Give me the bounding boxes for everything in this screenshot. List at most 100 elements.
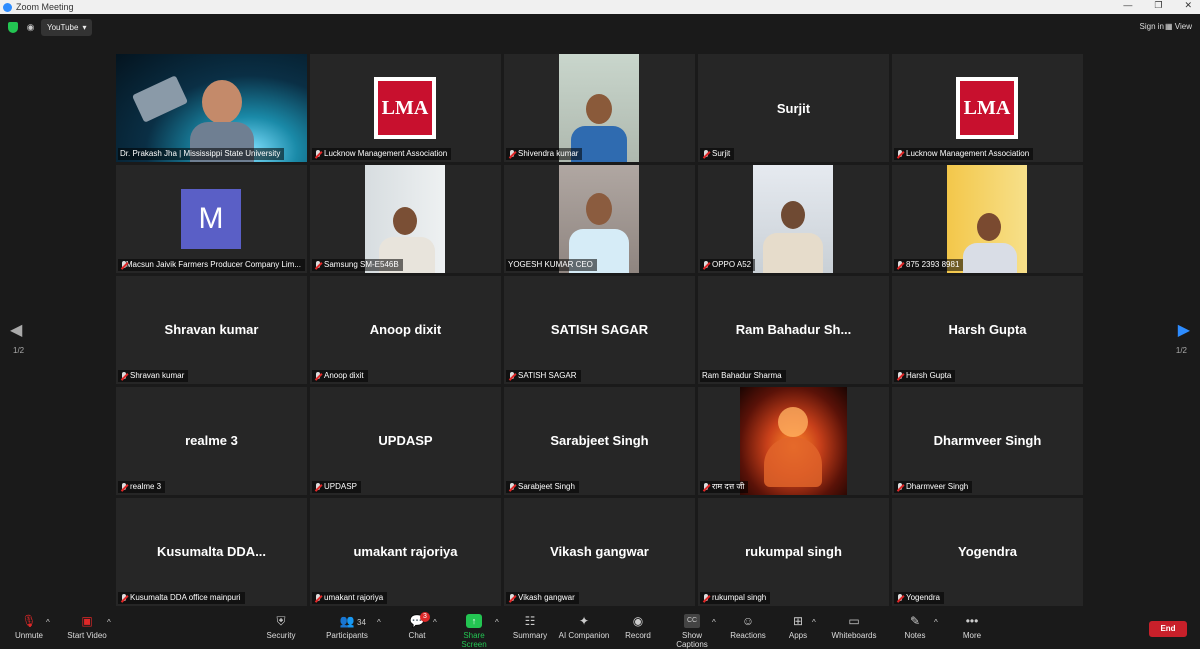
notes-options-caret-icon[interactable]: ^ [934, 618, 938, 627]
tile-name-label: Macsun Jaivik Farmers Producer Company L… [118, 259, 305, 271]
participant-tile[interactable]: rukumpal singh rukumpal singh [698, 498, 889, 606]
participant-display-name: Sarabjeet Singh [550, 433, 649, 448]
muted-mic-icon [120, 371, 128, 381]
participant-tile[interactable]: realme 3 realme 3 [116, 387, 307, 495]
share-screen-button[interactable]: ↑ Share Screen [450, 614, 498, 649]
summary-button[interactable]: ☷ Summary [512, 614, 548, 640]
security-button[interactable]: ⛨ Security [264, 614, 298, 640]
participant-tile[interactable]: 875 2393 8981 [892, 165, 1083, 273]
next-page-arrow-icon[interactable]: ▶ [1178, 320, 1190, 340]
live-stream-icon[interactable]: ◉ [25, 22, 36, 33]
prev-page-arrow-icon[interactable]: ◀ [10, 320, 22, 340]
notes-icon: ✎ [909, 614, 921, 628]
tile-name-text: Ram Bahadur Sharma [702, 371, 782, 380]
participant-tile[interactable]: SATISH SAGAR SATISH SAGAR [504, 276, 695, 384]
tile-name-label: umakant rajoriya [312, 592, 388, 604]
participant-tile[interactable]: Yogendra Yogendra [892, 498, 1083, 606]
apps-button[interactable]: ⊞ Apps [786, 614, 810, 640]
muted-mic-icon [314, 371, 322, 381]
participant-tile[interactable]: Sarabjeet Singh Sarabjeet Singh [504, 387, 695, 495]
participant-tile[interactable]: OPPO A52 [698, 165, 889, 273]
participant-tile[interactable]: umakant rajoriya umakant rajoriya [310, 498, 501, 606]
tile-name-label: राम दत्त जी [700, 481, 749, 493]
muted-mic-icon [896, 371, 904, 381]
window-controls: — ❐ ✕ [1123, 0, 1192, 11]
tile-name-text: rukumpal singh [712, 593, 767, 602]
participant-tile[interactable]: Kusumalta DDA... Kusumalta DDA office ma… [116, 498, 307, 606]
participant-display-name: umakant rajoriya [353, 544, 458, 559]
tile-name-text: Yogendra [906, 593, 940, 602]
whiteboards-button[interactable]: ▭ Whiteboards [830, 614, 878, 640]
participant-video [559, 54, 639, 162]
record-icon: ◉ [632, 614, 644, 628]
zoom-logo-icon [3, 2, 12, 12]
participant-tile[interactable]: Shivendra kumar [504, 54, 695, 162]
maximize-icon[interactable]: ❐ [1154, 0, 1162, 11]
encryption-shield-icon[interactable] [8, 22, 18, 33]
captions-options-caret-icon[interactable]: ^ [712, 618, 716, 627]
participants-options-caret-icon[interactable]: ^ [377, 618, 381, 627]
participant-tile[interactable]: Surjit Surjit [698, 54, 889, 162]
end-meeting-button[interactable]: End [1149, 621, 1187, 637]
participant-tile[interactable]: राम दत्त जी [698, 387, 889, 495]
tile-name-text: Kusumalta DDA office mainpuri [130, 593, 241, 602]
chat-button[interactable]: 💬 Chat 3 [404, 612, 430, 640]
participant-display-name: rukumpal singh [745, 544, 842, 559]
apps-icon: ⊞ [792, 614, 804, 628]
lma-logo: LMA [374, 77, 436, 139]
minimize-icon[interactable]: — [1123, 0, 1132, 11]
participant-display-name: Dharmveer Singh [933, 433, 1042, 448]
whiteboards-label: Whiteboards [831, 631, 877, 640]
more-button[interactable]: ••• More [960, 614, 984, 640]
tile-name-text: Vikash gangwar [518, 593, 575, 602]
tile-name-label: OPPO A52 [700, 259, 756, 271]
tile-name-text: Samsung SM-E546B [324, 260, 399, 269]
sign-in-link[interactable]: Sign in [1140, 22, 1164, 31]
notes-label: Notes [904, 631, 926, 640]
participant-tile[interactable]: Vikash gangwar Vikash gangwar [504, 498, 695, 606]
lma-logo-text: LMA [960, 81, 1014, 135]
tile-name-text: umakant rajoriya [324, 593, 384, 602]
notes-button[interactable]: ✎ Notes [902, 614, 928, 640]
muted-mic-icon [896, 149, 904, 159]
participant-tile[interactable]: LMA Lucknow Management Association [310, 54, 501, 162]
tile-name-label: rukumpal singh [700, 592, 771, 604]
participant-tile[interactable]: Shravan kumar Shravan kumar [116, 276, 307, 384]
participant-tile[interactable]: LMA Lucknow Management Association [892, 54, 1083, 162]
reactions-smiley-icon: ☺ [741, 614, 755, 628]
reactions-button[interactable]: ☺ Reactions [730, 614, 766, 640]
participant-face [586, 94, 612, 124]
more-dots-icon: ••• [965, 614, 979, 628]
tile-name-text: Harsh Gupta [906, 371, 952, 380]
participant-tile[interactable]: UPDASP UPDASP [310, 387, 501, 495]
participant-face [202, 80, 242, 124]
show-captions-button[interactable]: CC Show Captions [666, 614, 718, 649]
muted-mic-icon [896, 482, 904, 492]
start-video-button[interactable]: ▣ Start Video [64, 614, 110, 640]
participant-tile[interactable]: Anoop dixit Anoop dixit [310, 276, 501, 384]
participant-tile[interactable]: M Macsun Jaivik Farmers Producer Company… [116, 165, 307, 273]
video-options-caret-icon[interactable]: ^ [107, 618, 111, 627]
ai-companion-button[interactable]: ✦ AI Companion [558, 614, 610, 640]
participant-display-name: Yogendra [958, 544, 1017, 559]
participant-tile[interactable]: Harsh Gupta Harsh Gupta [892, 276, 1083, 384]
unmute-button[interactable]: 🎙 Unmute [12, 614, 46, 640]
audio-options-caret-icon[interactable]: ^ [46, 618, 50, 627]
tile-name-label: Dr. Prakash Jha | Mississippi State Univ… [118, 148, 285, 160]
chat-options-caret-icon[interactable]: ^ [433, 618, 437, 627]
participant-tile[interactable]: Dharmveer Singh Dharmveer Singh [892, 387, 1083, 495]
apps-options-caret-icon[interactable]: ^ [812, 618, 816, 627]
close-icon[interactable]: ✕ [1184, 0, 1192, 11]
participant-tile[interactable]: Samsung SM-E546B [310, 165, 501, 273]
participant-tile[interactable]: Dr. Prakash Jha | Mississippi State Univ… [116, 54, 307, 162]
share-options-caret-icon[interactable]: ^ [495, 618, 499, 627]
participant-tile[interactable]: YOGESH KUMAR CEO [504, 165, 695, 273]
tile-name-label: Sarabjeet Singh [506, 481, 579, 493]
chat-label: Chat [408, 631, 426, 640]
record-button[interactable]: ◉ Record [622, 614, 654, 640]
participant-tile[interactable]: Ram Bahadur Sh... Ram Bahadur Sharma [698, 276, 889, 384]
tile-name-text: Dr. Prakash Jha | Mississippi State Univ… [120, 149, 281, 158]
participant-video [753, 165, 833, 273]
view-button[interactable]: ▦ View [1165, 22, 1192, 31]
youtube-stream-dropdown[interactable]: YouTube ▾ [41, 19, 93, 36]
